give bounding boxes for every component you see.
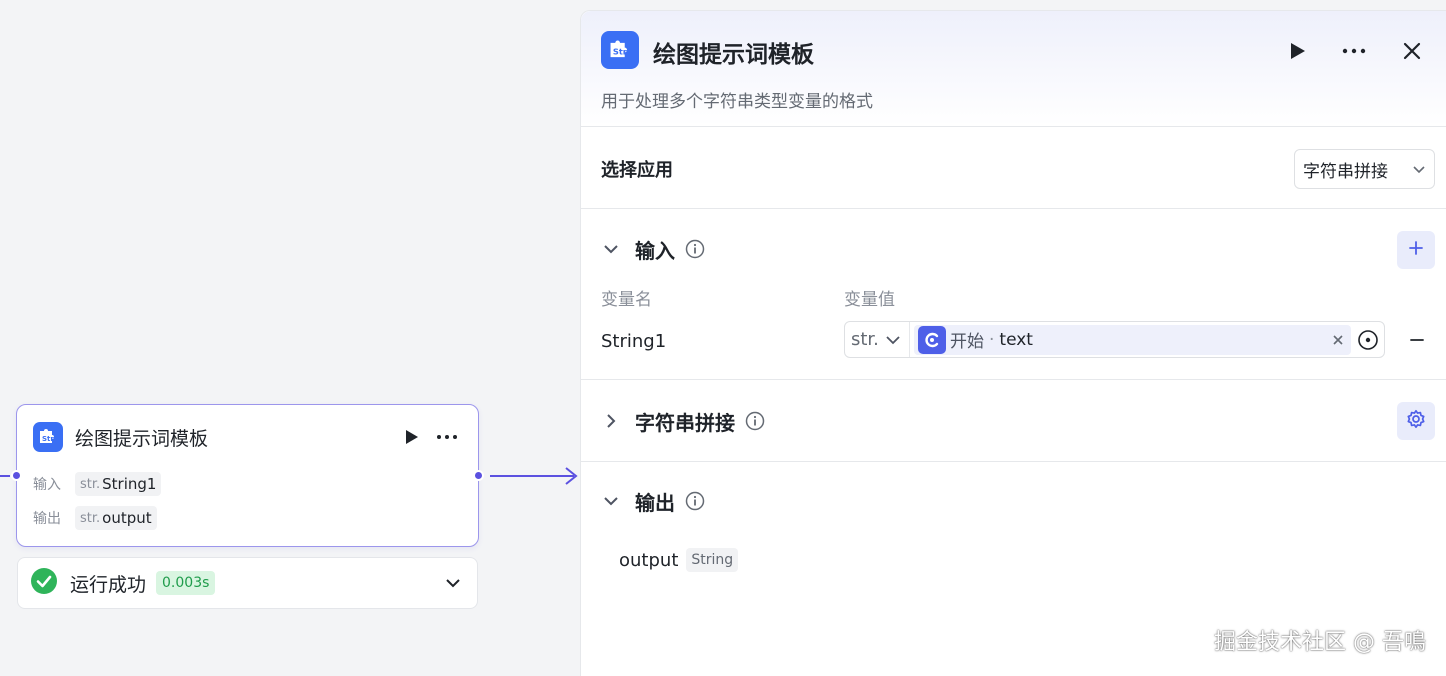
concat-settings-button[interactable] — [1397, 402, 1435, 440]
concat-section-title: 字符串拼接 — [635, 410, 735, 435]
output-variable: output String — [619, 548, 739, 572]
output-port[interactable] — [473, 470, 484, 481]
node-input-row: 输入 str. String1 — [33, 471, 162, 497]
reference-node-name: 开始 — [950, 332, 984, 352]
more-horizontal-icon[interactable] — [1338, 35, 1370, 67]
run-status-bar[interactable]: 运行成功 0.003s — [17, 557, 478, 609]
app-select-value: 字符串拼接 — [1303, 161, 1388, 182]
concat-section-header: 字符串拼接 — [599, 405, 765, 437]
concat-section: 字符串拼接 — [581, 380, 1446, 462]
output-section-title: 输出 — [635, 490, 675, 515]
watermark: 掘金技术社区 @ 吾鳴 — [1214, 630, 1426, 655]
more-horizontal-icon[interactable] — [432, 423, 462, 451]
remove-variable-button[interactable] — [1402, 325, 1432, 355]
play-icon[interactable] — [1282, 35, 1314, 67]
target-icon[interactable] — [1355, 327, 1381, 353]
close-icon[interactable] — [1333, 334, 1343, 345]
input-port[interactable] — [11, 470, 22, 481]
edge-arrow-icon — [565, 467, 578, 485]
check-circle-icon — [30, 567, 58, 599]
workflow-canvas[interactable]: Str 绘图提示词模板 输入 str. String1 输出 str. outp… — [0, 0, 580, 676]
play-icon[interactable] — [398, 423, 426, 451]
gear-icon — [1406, 409, 1426, 433]
node-input-value: String1 — [102, 475, 157, 493]
info-icon[interactable] — [685, 239, 705, 259]
input-section-title: 输入 — [635, 238, 675, 263]
svg-text:Str: Str — [613, 47, 628, 57]
plus-icon — [1408, 240, 1424, 260]
input-section-header: 输入 — [599, 233, 705, 265]
variable-name-column: 变量名 — [601, 290, 652, 310]
panel-header: Str 绘图提示词模板 用于处理多个字符串类型变量的格式 — [581, 11, 1446, 127]
node-output-value: output — [102, 509, 152, 527]
variable-reference-tag[interactable]: 开始 · text — [914, 324, 1351, 355]
incoming-edge — [0, 475, 10, 477]
run-status-text: 运行成功 — [70, 573, 147, 596]
node-title: 绘图提示词模板 — [75, 427, 209, 450]
start-node-icon — [918, 325, 946, 354]
str-puzzle-icon: Str — [33, 422, 63, 452]
node-output-row: 输出 str. output — [33, 505, 157, 531]
info-icon[interactable] — [745, 411, 765, 431]
app-select-label: 选择应用 — [601, 160, 673, 181]
variable-value-field[interactable]: str. 开始 · text — [844, 321, 1385, 358]
chevron-down-icon[interactable] — [599, 489, 623, 513]
reference-separator: · — [989, 329, 995, 350]
node-input-type: str. — [80, 476, 101, 492]
panel-description: 用于处理多个字符串类型变量的格式 — [601, 92, 873, 112]
svg-text:Str: Str — [42, 435, 54, 443]
chevron-down-icon[interactable] — [441, 571, 465, 595]
node-output-type: str. — [80, 510, 101, 526]
variable-type-select[interactable]: str. — [845, 322, 910, 357]
chevron-right-icon[interactable] — [599, 409, 623, 433]
variable-type: str. — [851, 329, 879, 350]
node-output-label: 输出 — [33, 511, 61, 527]
chevron-down-icon — [885, 335, 901, 345]
app-select-dropdown[interactable]: 字符串拼接 — [1294, 149, 1435, 189]
output-type-badge: String — [686, 548, 739, 572]
run-duration-badge: 0.003s — [156, 571, 216, 595]
chevron-down-icon[interactable] — [599, 237, 623, 261]
chevron-down-icon — [1412, 165, 1426, 174]
app-select-section: 选择应用 字符串拼接 — [581, 127, 1446, 209]
node-settings-panel: Str 绘图提示词模板 用于处理多个字符串类型变量的格式 选择应用 字符串拼接 — [580, 10, 1446, 676]
prompt-template-node[interactable]: Str 绘图提示词模板 输入 str. String1 输出 str. outp… — [11, 404, 484, 547]
output-name: output — [619, 549, 679, 571]
node-header: Str 绘图提示词模板 — [33, 421, 462, 453]
close-icon[interactable] — [1396, 35, 1428, 67]
info-icon[interactable] — [685, 491, 705, 511]
node-input-chip: str. String1 — [75, 472, 162, 496]
str-puzzle-icon: Str — [601, 31, 639, 69]
reference-field-name: text — [999, 329, 1033, 350]
node-input-label: 输入 — [33, 477, 61, 493]
input-section: 输入 变量名 变量值 String1 str. 开始 · text — [581, 209, 1446, 380]
node-output-chip: str. output — [75, 506, 157, 530]
add-input-button[interactable] — [1397, 231, 1435, 269]
output-section-header: 输出 — [599, 485, 705, 517]
variable-name[interactable]: String1 — [601, 331, 666, 352]
panel-title: 绘图提示词模板 — [653, 42, 814, 68]
outgoing-edge — [490, 475, 574, 477]
variable-value-column: 变量值 — [844, 290, 895, 310]
